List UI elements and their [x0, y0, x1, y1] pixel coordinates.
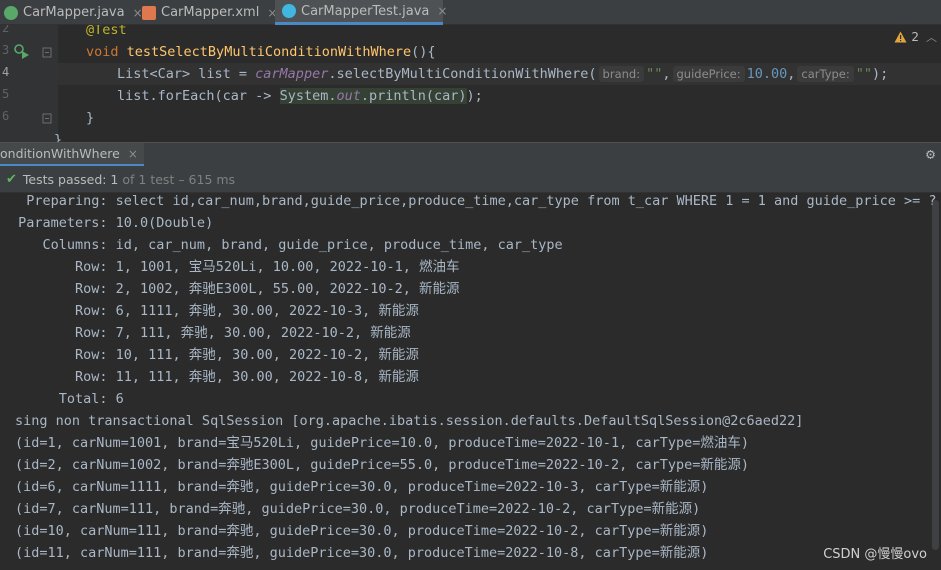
- run-test-gutter-icon[interactable]: [14, 43, 30, 61]
- console-output[interactable]: Preparing: select id,car_num,brand,guide…: [0, 193, 941, 570]
- tests-passed-label: Tests passed: 1: [22, 171, 119, 187]
- close-icon[interactable]: ×: [437, 4, 447, 18]
- console-line: Row: 11, 111, 奔驰, 30.00, 2022-10-8, 新能源: [10, 369, 419, 385]
- param-hint-guideprice: guidePrice:: [672, 66, 745, 82]
- console-line: (id=7, carNum=111, brand=奔驰, guidePrice=…: [15, 501, 701, 517]
- tab-carmapper-java[interactable]: CarMapper.java ×: [0, 0, 143, 25]
- line-number: 5: [2, 87, 10, 101]
- run-tab-label: onditionWithWhere: [0, 146, 120, 161]
- line-number: 2: [2, 25, 10, 35]
- fold-icon[interactable]: [42, 47, 52, 59]
- console-line: Row: 7, 111, 奔驰, 30.00, 2022-10-2, 新能源: [10, 325, 411, 341]
- xml-file-icon: [142, 5, 156, 20]
- console-line: Columns: id, car_num, brand, guide_price…: [10, 237, 563, 253]
- tests-detail-label: of 1 test – 615 ms: [122, 171, 236, 187]
- console-line: (id=11, carNum=111, brand=奔驰, guidePrice…: [15, 545, 709, 561]
- console-line: Row: 1, 1001, 宝马520Li, 10.00, 2022-10-1,…: [10, 259, 460, 275]
- console-line: sing non transactional SqlSession [org.a…: [15, 413, 804, 429]
- warnings-count: 2: [911, 30, 919, 44]
- code-line-method-decl: void testSelectByMultiConditionWithWhere…: [86, 44, 436, 60]
- check-icon: ✔: [6, 171, 17, 187]
- tab-label: CarMapper.xml: [161, 5, 260, 20]
- console-line: (id=10, carNum=111, brand=奔驰, guidePrice…: [15, 523, 709, 539]
- java-interface-icon: [4, 5, 18, 20]
- gear-icon[interactable]: ⚙: [926, 145, 935, 163]
- run-tool-window-header: onditionWithWhere × ⚙: [0, 142, 941, 167]
- console-line: (id=2, carNum=1002, brand=奔驰E300L, guide…: [15, 457, 749, 473]
- code-line-close-class: }: [54, 132, 63, 142]
- csdn-watermark: CSDN @慢慢ovo: [823, 547, 927, 562]
- run-tab[interactable]: onditionWithWhere ×: [0, 143, 144, 167]
- console-line: (id=6, carNum=1111, brand=奔驰, guidePrice…: [15, 479, 709, 495]
- editor-tab-bar: CarMapper.java × CarMapper.xml × CarMapp…: [0, 0, 941, 25]
- fold-end-icon[interactable]: [42, 113, 52, 125]
- param-hint-brand: brand:: [598, 66, 645, 82]
- test-status-bar: ✔ Tests passed: 1 of 1 test – 615 ms: [0, 166, 941, 193]
- line-number: 3: [2, 43, 10, 57]
- console-line: Row: 2, 1002, 奔驰E300L, 55.00, 2022-10-2,…: [10, 281, 460, 297]
- tab-carmappertest-java[interactable]: CarMapperTest.java ×: [275, 0, 447, 25]
- chevron-up-icon[interactable]: ︿: [926, 29, 937, 45]
- tab-label: CarMapperTest.java: [301, 3, 430, 19]
- code-editor[interactable]: 2 3 4 5 6 @Test void testSelectByMultiCo…: [0, 25, 941, 142]
- code-line-select-call: List<Car> list = carMapper.selectByMulti…: [117, 66, 889, 82]
- console-line: Total: 6: [10, 391, 124, 407]
- code-line-annotation: @Test: [86, 25, 127, 38]
- tab-carmapper-xml[interactable]: CarMapper.xml ×: [136, 0, 277, 25]
- warning-icon: [894, 31, 907, 43]
- console-line: Parameters: 10.0(Double): [10, 215, 214, 231]
- param-hint-cartype: carType:: [797, 66, 854, 82]
- line-number: 4: [2, 65, 10, 79]
- console-line: Row: 6, 1111, 奔驰, 30.00, 2022-10-3, 新能源: [10, 303, 419, 319]
- console-line: Row: 10, 111, 奔驰, 30.00, 2022-10-2, 新能源: [10, 347, 419, 363]
- code-line-foreach: list.forEach(car -> System.out.println(c…: [117, 88, 483, 104]
- console-line: Preparing: select id,car_num,brand,guide…: [10, 193, 937, 209]
- line-number: 6: [2, 109, 10, 123]
- close-icon[interactable]: ×: [128, 147, 138, 161]
- warnings-indicator[interactable]: 2: [894, 30, 919, 44]
- java-class-icon: [282, 4, 296, 18]
- code-line-close-method: }: [86, 110, 95, 126]
- console-line: (id=1, carNum=1001, brand=宝马520Li, guide…: [15, 435, 749, 451]
- console-scrollbar[interactable]: [932, 200, 939, 550]
- tab-label: CarMapper.java: [23, 5, 125, 20]
